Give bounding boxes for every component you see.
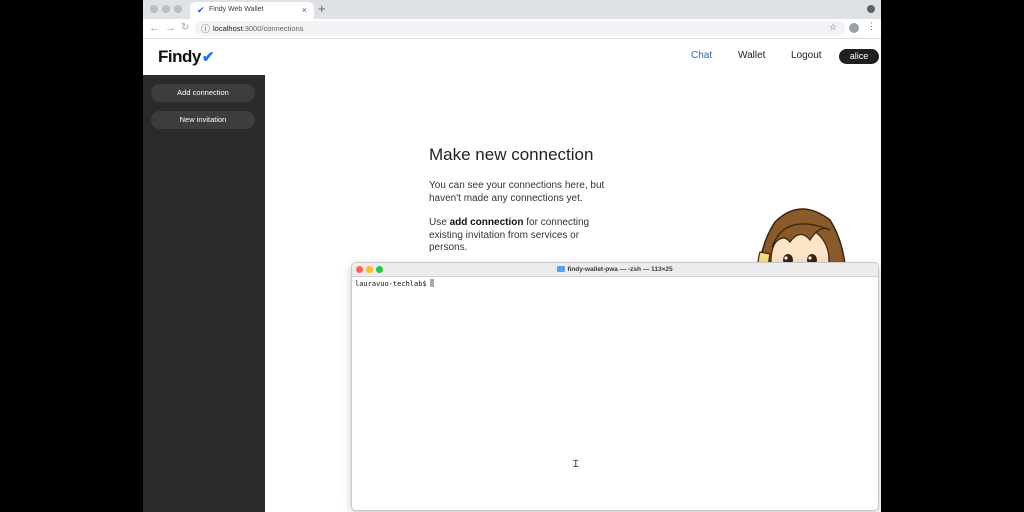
findy-logo[interactable]: Findy✔	[158, 47, 214, 67]
tab-title: Findy Web Wallet	[209, 6, 264, 13]
new-invitation-button[interactable]: New invitation	[151, 111, 255, 129]
logo-check-icon: ✔	[201, 49, 215, 66]
window-close-control[interactable]	[150, 5, 158, 13]
user-badge[interactable]: alice	[839, 49, 879, 64]
findy-favicon-icon: ✔	[197, 5, 205, 15]
page-title: Make new connection	[429, 145, 594, 164]
add-connection-hint: Use add connection for connecting existi…	[429, 217, 590, 253]
tab-close-icon[interactable]: ×	[302, 4, 307, 16]
sidebar: Add connection New invitation	[143, 75, 265, 512]
text-cursor	[429, 279, 434, 287]
browser-toolbar: ← → ↻ ⓘ localhost:3000/connections ☆ ⋮	[143, 19, 881, 39]
extension-icon[interactable]	[867, 5, 875, 13]
address-bar[interactable]: ⓘ localhost:3000/connections	[195, 21, 845, 36]
new-tab-button[interactable]: +	[318, 2, 326, 16]
ibeam-cursor-icon: Ɪ	[573, 459, 579, 470]
browser-tab[interactable]: ✔ Findy Web Wallet ×	[190, 2, 314, 19]
window-zoom-control[interactable]	[174, 5, 182, 13]
bookmark-star-icon[interactable]: ☆	[829, 22, 837, 33]
tab-strip: ✔ Findy Web Wallet × +	[143, 0, 881, 19]
forward-arrow-icon[interactable]: →	[165, 21, 176, 35]
add-connection-button[interactable]: Add connection	[151, 84, 255, 102]
terminal-title: findy-wallet-pwa — -zsh — 113×25	[352, 266, 878, 273]
terminal-window[interactable]: findy-wallet-pwa — -zsh — 113×25 lauravu…	[352, 263, 878, 510]
nav-chat-link[interactable]: Chat	[691, 50, 712, 61]
window-minimize-control[interactable]	[162, 5, 170, 13]
back-arrow-icon[interactable]: ←	[149, 21, 160, 35]
reload-icon[interactable]: ↻	[181, 21, 189, 35]
empty-state-text: You can see your connections here, but h…	[429, 180, 605, 204]
browser-menu-icon[interactable]: ⋮	[867, 21, 876, 32]
terminal-title-bar[interactable]: findy-wallet-pwa — -zsh — 113×25	[352, 263, 878, 277]
terminal-prompt[interactable]: lauravuo-techlab$	[355, 279, 434, 288]
nav-logout-link[interactable]: Logout	[791, 50, 822, 61]
site-info-icon[interactable]: ⓘ	[201, 22, 210, 35]
app-header: Findy✔ Chat Wallet Logout alice	[143, 39, 881, 75]
folder-icon	[557, 266, 566, 272]
url-text: localhost:3000/connections	[213, 24, 304, 33]
profile-avatar-icon[interactable]	[849, 23, 859, 33]
nav-wallet-link[interactable]: Wallet	[738, 50, 765, 61]
